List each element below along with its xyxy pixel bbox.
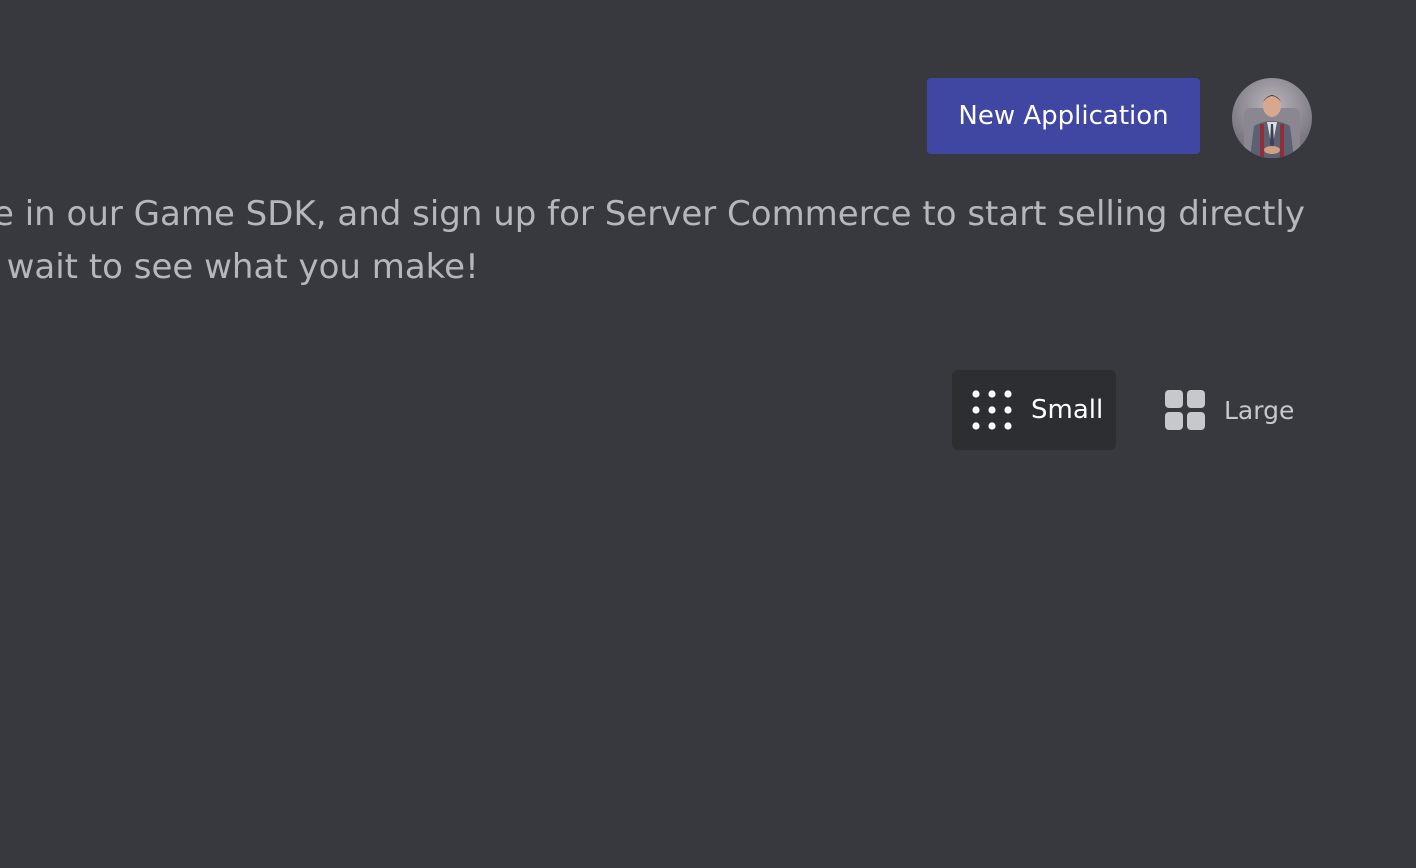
user-avatar-icon xyxy=(1232,78,1312,158)
view-size-toggle: Small Large xyxy=(952,370,1310,450)
large-view-option[interactable]: Large xyxy=(1150,370,1310,450)
new-application-button[interactable]: New Application xyxy=(927,78,1200,154)
intro-line-2: new application. We can't wait to see wh… xyxy=(0,247,479,287)
intro-line-1: ne in our Game SDK, and sign up for Serv… xyxy=(0,194,1305,234)
small-view-option[interactable]: Small xyxy=(952,370,1116,450)
intro-description: ne in our Game SDK, and sign up for Serv… xyxy=(0,188,1305,294)
avatar[interactable] xyxy=(1232,78,1312,158)
page: New Application ne in our Game SDK, and … xyxy=(0,0,1416,868)
large-grid-icon xyxy=(1165,390,1205,430)
large-view-label: Large xyxy=(1224,395,1295,425)
small-grid-icon xyxy=(972,390,1012,430)
small-view-label: Small xyxy=(1031,395,1104,425)
